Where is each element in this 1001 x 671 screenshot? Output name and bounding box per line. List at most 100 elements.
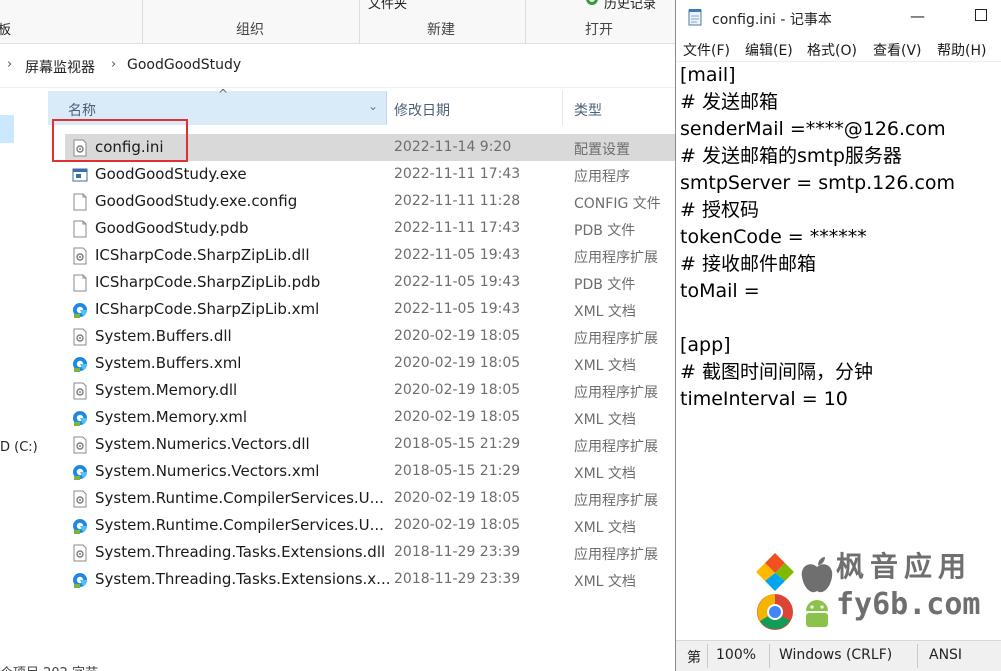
chevron-right-icon: ›: [111, 57, 117, 72]
menu-format[interactable]: 格式(O): [807, 40, 857, 60]
file-row[interactable]: GoodGoodStudy.exe 2022-11-11 17:43 应用程序: [65, 161, 677, 188]
xml-edge-icon: [72, 355, 88, 373]
file-date: 2022-11-05 19:43: [394, 301, 521, 317]
menu-edit[interactable]: 编辑(E): [745, 40, 793, 60]
file-date: 2022-11-11 11:28: [394, 193, 521, 209]
file-row[interactable]: System.Numerics.Vectors.xml 2018-05-15 21…: [65, 458, 677, 485]
file-name: System.Numerics.Vectors.xml: [95, 462, 320, 480]
file-type: 应用程序扩展: [574, 331, 658, 347]
ribbon: 板 文件夹 历史记录 组织 新建 打开: [0, 0, 677, 44]
file-date: 2018-11-29 23:39: [394, 571, 521, 587]
status-zoom: 100%: [716, 647, 757, 663]
file-date: 2018-05-15 21:29: [394, 436, 521, 452]
watermark: 枫音应用 fy6b.com: [748, 545, 988, 635]
ribbon-group-organize: 组织: [236, 22, 264, 38]
window-title: config.ini - 记事本: [712, 12, 832, 28]
ribbon-clipboard-fragment: 板: [0, 23, 12, 38]
file-row[interactable]: System.Threading.Tasks.Extensions.x... 20…: [65, 566, 677, 593]
text-line: tokenCode = ******: [680, 226, 867, 248]
column-separator[interactable]: [562, 91, 563, 125]
file-type: XML 文档: [574, 358, 636, 374]
file-name: GoodGoodStudy.exe.config: [95, 192, 298, 210]
menu-view[interactable]: 查看(V): [873, 40, 922, 60]
file-type: PDB 文件: [574, 277, 636, 293]
file-row[interactable]: ICSharpCode.SharpZipLib.dll 2022-11-05 19…: [65, 242, 677, 269]
file-date: 2022-11-14 9:20: [394, 139, 512, 155]
highlight-box: [52, 119, 188, 162]
file-name: System.Memory.dll: [95, 381, 238, 399]
ribbon-group-open: 打开: [585, 22, 613, 38]
file-date: 2022-11-11 17:43: [394, 220, 521, 236]
file-name: System.Numerics.Vectors.dll: [95, 435, 310, 453]
file-type: 应用程序: [574, 169, 630, 185]
column-type-label[interactable]: 类型: [574, 100, 602, 120]
file-date: 2020-02-19 18:05: [394, 517, 521, 533]
menu-help[interactable]: 帮助(H): [937, 40, 986, 60]
menu-file[interactable]: 文件(F): [683, 40, 730, 60]
breadcrumb-goodgoodstudy[interactable]: GoodGoodStudy: [127, 57, 241, 73]
watermark-domain: fy6b.com: [836, 587, 981, 622]
status-encoding: ANSI: [929, 647, 963, 663]
maximize-button[interactable]: [975, 9, 987, 21]
xml-edge-icon: [72, 571, 88, 589]
breadcrumb-monitor[interactable]: 屏幕监视器: [25, 57, 95, 77]
file-row[interactable]: System.Memory.xml 2020-02-19 18:05 XML 文档: [65, 404, 677, 431]
column-name-label: 名称: [68, 103, 96, 119]
chevron-down-icon[interactable]: ⌄: [368, 99, 378, 113]
ribbon-history-fragment[interactable]: 历史记录: [604, 0, 656, 12]
text-line: senderMail =****@126.com: [680, 118, 946, 140]
blank-file-icon: [72, 193, 88, 211]
status-bar: 第 100% Windows (CRLF) ANSI: [676, 640, 1001, 671]
file-type: 应用程序扩展: [574, 385, 658, 401]
file-date: 2022-11-05 19:43: [394, 247, 521, 263]
file-name: GoodGoodStudy.pdb: [95, 219, 249, 237]
dll-file-icon: [72, 328, 88, 346]
file-type: PDB 文件: [574, 223, 636, 239]
status-position: 第: [687, 650, 701, 666]
ribbon-separator: [359, 0, 360, 44]
file-row[interactable]: System.Threading.Tasks.Extensions.dll 201…: [65, 539, 677, 566]
file-row[interactable]: System.Numerics.Vectors.dll 2018-05-15 21…: [65, 431, 677, 458]
ribbon-folder-fragment[interactable]: 文件夹: [368, 0, 407, 12]
navigation-pane: D (C:) 个项目 202 字节: [0, 88, 98, 671]
file-row[interactable]: System.Buffers.dll 2020-02-19 18:05 应用程序扩展: [65, 323, 677, 350]
file-date: 2022-11-11 17:43: [394, 166, 521, 182]
nav-item-selected[interactable]: [0, 115, 14, 143]
dll-file-icon: [72, 490, 88, 508]
ribbon-separator: [525, 0, 526, 44]
file-row[interactable]: System.Runtime.CompilerServices.U... 2020…: [65, 485, 677, 512]
file-row[interactable]: System.Memory.dll 2020-02-19 18:05 应用程序扩展: [65, 377, 677, 404]
blank-file-icon: [72, 274, 88, 292]
file-type: XML 文档: [574, 520, 636, 536]
sort-up-icon: ^: [218, 87, 229, 101]
text-line: # 发送邮箱的smtp服务器: [680, 145, 902, 167]
file-row[interactable]: GoodGoodStudy.pdb 2022-11-11 17:43 PDB 文件: [65, 215, 677, 242]
file-type: CONFIG 文件: [574, 196, 661, 212]
text-line: # 发送邮箱: [680, 91, 778, 113]
column-date-label[interactable]: 修改日期: [394, 100, 450, 120]
file-name: System.Memory.xml: [95, 408, 247, 426]
title-bar[interactable]: config.ini - 记事本 —: [676, 0, 1001, 36]
dll-file-icon: [72, 436, 88, 454]
xml-edge-icon: [72, 409, 88, 427]
ribbon-group-new: 新建: [427, 22, 455, 38]
file-type: XML 文档: [574, 412, 636, 428]
text-line: timeInterval = 10: [680, 388, 848, 410]
file-type: 应用程序扩展: [574, 493, 658, 509]
file-date: 2022-11-05 19:43: [394, 274, 521, 290]
file-row[interactable]: ICSharpCode.SharpZipLib.xml 2022-11-05 19…: [65, 296, 677, 323]
address-bar[interactable]: › 屏幕监视器 › GoodGoodStudy: [0, 44, 677, 88]
file-name: ICSharpCode.SharpZipLib.pdb: [95, 273, 321, 291]
nav-item-drive[interactable]: D (C:): [0, 440, 38, 455]
minimize-button[interactable]: —: [910, 7, 925, 25]
file-row[interactable]: System.Buffers.xml 2020-02-19 18:05 XML 文档: [65, 350, 677, 377]
status-separator: [917, 644, 918, 668]
file-row[interactable]: System.Runtime.CompilerServices.U... 2020…: [65, 512, 677, 539]
file-explorer-window: 板 文件夹 历史记录 组织 新建 打开 › 屏幕监视器 › GoodGoodSt…: [0, 0, 677, 671]
file-name: System.Buffers.dll: [95, 327, 232, 345]
file-type: XML 文档: [574, 574, 636, 590]
exe-app-icon: [72, 166, 88, 184]
file-row[interactable]: GoodGoodStudy.exe.config 2022-11-11 11:28…: [65, 188, 677, 215]
xml-edge-icon: [72, 301, 88, 319]
file-row[interactable]: ICSharpCode.SharpZipLib.pdb 2022-11-05 19…: [65, 269, 677, 296]
